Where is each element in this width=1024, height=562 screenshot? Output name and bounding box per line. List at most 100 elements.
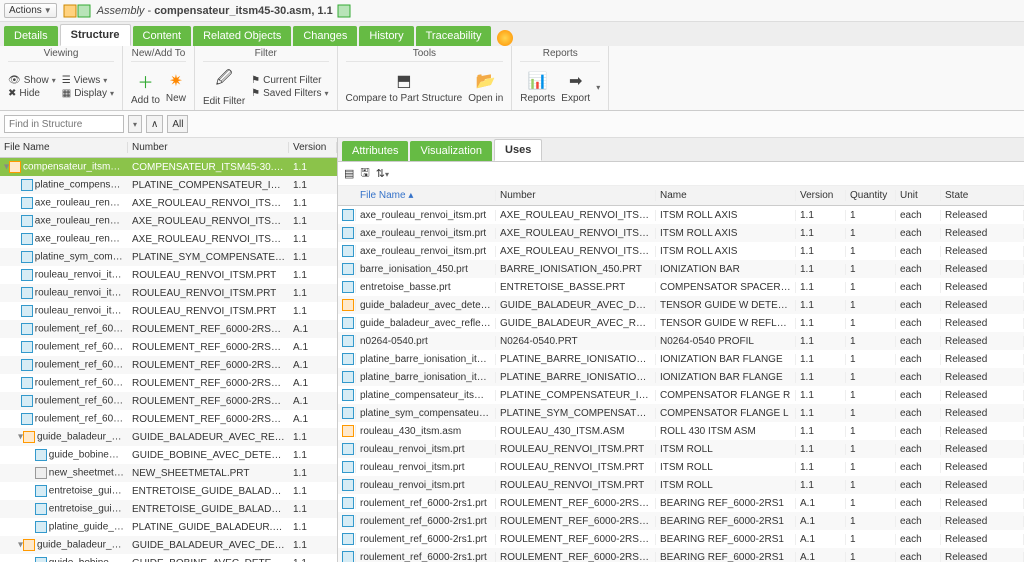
file-icon — [342, 407, 354, 419]
gcol-number[interactable]: Number — [496, 190, 656, 201]
grid-row[interactable]: platine_compensateur_itsm55.prtPLATINE_C… — [338, 386, 1024, 404]
grid-row[interactable]: roulement_ref_6000-2rs1.prtROULEMENT_REF… — [338, 512, 1024, 530]
tree-row[interactable]: roulement_ref_6000-2rs1ROULEMENT_REF_600… — [0, 392, 337, 410]
tab-traceability[interactable]: Traceability — [416, 26, 492, 46]
tab-content[interactable]: Content — [133, 26, 192, 46]
gcol-name[interactable]: Name — [656, 190, 796, 201]
file-icon — [342, 371, 354, 383]
tree-row[interactable]: axe_rouleau_renvoi_itsm.AXE_ROULEAU_RENV… — [0, 212, 337, 230]
group-newadd: New/Add To ＋Add to ✷New — [123, 46, 195, 110]
show-button[interactable]: 👁 Show ▾ — [8, 75, 56, 86]
addto-button[interactable]: ＋Add to — [131, 69, 160, 106]
tool-icon-3[interactable]: ⇅▾ — [376, 167, 389, 180]
tree-row[interactable]: platine_compensateur_itsPLATINE_COMPENSA… — [0, 176, 337, 194]
file-icon — [21, 287, 33, 299]
rtab-attributes[interactable]: Attributes — [342, 141, 408, 161]
tab-structure[interactable]: Structure — [60, 24, 131, 46]
tree-row[interactable]: rouleau_renvoi_itsm.prtROULEAU_RENVOI_IT… — [0, 302, 337, 320]
tree-row[interactable]: new_sheetmetal.prtNEW_SHEETMETAL.PRT1.1 — [0, 464, 337, 482]
tree-row[interactable]: entretoise_guide_balaENTRETOISE_GUIDE_BA… — [0, 500, 337, 518]
grid-row[interactable]: guide_baladeur_avec_reflecteur...GUIDE_B… — [338, 314, 1024, 332]
grid-row[interactable]: guide_baladeur_avec_detect.asmGUIDE_BALA… — [338, 296, 1024, 314]
edit-filter-button[interactable]: 🖉Edit Filter — [203, 67, 245, 107]
saved-filters-button[interactable]: ⚑ Saved Filters ▾ — [251, 88, 328, 99]
gcol-version[interactable]: Version — [796, 190, 846, 201]
gcol-qty[interactable]: Quantity — [846, 190, 896, 201]
tree-row[interactable]: guide_bobine_avec_dGUIDE_BOBINE_AVEC_DET… — [0, 446, 337, 464]
find-next[interactable]: ∧ — [146, 115, 163, 133]
tree-row[interactable]: roulement_ref_6000-2rs1ROULEMENT_REF_600… — [0, 374, 337, 392]
tree-row[interactable]: platine_guide_baladeuPLATINE_GUIDE_BALAD… — [0, 518, 337, 536]
tab-related-objects[interactable]: Related Objects — [193, 26, 291, 46]
help-icon[interactable] — [497, 30, 513, 46]
grid-row[interactable]: rouleau_renvoi_itsm.prtROULEAU_RENVOI_IT… — [338, 476, 1024, 494]
tree-row[interactable]: ▾guide_baladeur_avec_reflGUIDE_BALADEUR_… — [0, 428, 337, 446]
col-number[interactable]: Number — [128, 142, 289, 153]
compare-button[interactable]: ⬒Compare to Part Structure — [346, 71, 463, 104]
grid-row[interactable]: platine_barre_ionisation_itsm55.prtPLATI… — [338, 350, 1024, 368]
col-version[interactable]: Version — [289, 142, 337, 153]
tree-row[interactable]: rouleau_renvoi_itsm.prtROULEAU_RENVOI_IT… — [0, 284, 337, 302]
grid-row[interactable]: axe_rouleau_renvoi_itsm.prtAXE_ROULEAU_R… — [338, 224, 1024, 242]
grid-row[interactable]: platine_barre_ionisation_itsm55.prtPLATI… — [338, 368, 1024, 386]
grid-row[interactable]: rouleau_430_itsm.asmROULEAU_430_ITSM.ASM… — [338, 422, 1024, 440]
grid-row[interactable]: roulement_ref_6000-2rs1.prtROULEMENT_REF… — [338, 494, 1024, 512]
gcol-unit[interactable]: Unit — [896, 190, 941, 201]
tree-row[interactable]: roulement_ref_6000-2rs1ROULEMENT_REF_600… — [0, 338, 337, 356]
grid-row[interactable]: axe_rouleau_renvoi_itsm.prtAXE_ROULEAU_R… — [338, 242, 1024, 260]
actions-menu[interactable]: Actions▼ — [4, 3, 57, 18]
file-icon — [342, 479, 354, 491]
tree-row[interactable]: rouleau_renvoi_itsm.prtROULEAU_RENVOI_IT… — [0, 266, 337, 284]
grid-row[interactable]: barre_ionisation_450.prtBARRE_IONISATION… — [338, 260, 1024, 278]
grid-row[interactable]: roulement_ref_6000-2rs1.prtROULEMENT_REF… — [338, 548, 1024, 562]
rtab-uses[interactable]: Uses — [494, 139, 542, 161]
file-icon — [35, 449, 47, 461]
display-button[interactable]: ▦ Display ▾ — [62, 88, 114, 99]
tab-details[interactable]: Details — [4, 26, 58, 46]
grid-row[interactable]: n0264-0540.prtN0264-0540.PRTN0264-0540 P… — [338, 332, 1024, 350]
find-all[interactable]: All — [167, 115, 188, 133]
file-icon — [342, 227, 354, 239]
gcol-filename[interactable]: File Name ▴ — [356, 190, 496, 201]
tree-row[interactable]: ▾compensateur_itsm45-30.asnCOMPENSATEUR_… — [0, 158, 337, 176]
tree-row[interactable]: ▾guide_baladeur_avec_detGUIDE_BALADEUR_A… — [0, 536, 337, 554]
tree-row[interactable]: roulement_ref_6000-2rs1ROULEMENT_REF_600… — [0, 320, 337, 338]
tree-row[interactable]: roulement_ref_6000-2rs1ROULEMENT_REF_600… — [0, 410, 337, 428]
reports-button[interactable]: 📊Reports — [520, 71, 555, 104]
grid-row[interactable]: rouleau_renvoi_itsm.prtROULEAU_RENVOI_IT… — [338, 458, 1024, 476]
export-button[interactable]: ➡Export — [561, 71, 590, 104]
tab-history[interactable]: History — [359, 26, 413, 46]
hide-button[interactable]: ✖ Hide — [8, 88, 56, 99]
find-dropdown[interactable]: ▾ — [128, 115, 142, 133]
file-icon — [342, 533, 354, 545]
tree-row[interactable]: platine_sym_compensateuPLATINE_SYM_COMPE… — [0, 248, 337, 266]
tab-changes[interactable]: Changes — [293, 26, 357, 46]
open-in-button[interactable]: 📂Open in — [468, 71, 503, 104]
grid-row[interactable]: platine_sym_compensateur_its...PLATINE_S… — [338, 404, 1024, 422]
views-button[interactable]: ☰ Views ▾ — [62, 75, 114, 86]
tree-row[interactable]: entretoise_guide_balaENTRETOISE_GUIDE_BA… — [0, 482, 337, 500]
grid-row[interactable]: rouleau_renvoi_itsm.prtROULEAU_RENVOI_IT… — [338, 440, 1024, 458]
file-icon — [21, 395, 33, 407]
current-filter-button[interactable]: ⚑ Current Filter — [251, 75, 328, 86]
gcol-state[interactable]: State — [941, 190, 1024, 201]
tool-icon-1[interactable]: ▤ — [344, 167, 354, 180]
tree-row[interactable]: guide_bobine_avec_dGUIDE_BOBINE_AVEC_DET… — [0, 554, 337, 562]
tree-row[interactable]: axe_rouleau_renvoi_itsm.AXE_ROULEAU_RENV… — [0, 194, 337, 212]
grid-row[interactable]: axe_rouleau_renvoi_itsm.prtAXE_ROULEAU_R… — [338, 206, 1024, 224]
grid-row[interactable]: entretoise_basse.prtENTRETOISE_BASSE.PRT… — [338, 278, 1024, 296]
structure-tree-panel: File Name Number Version ▾compensateur_i… — [0, 138, 338, 562]
grid-row[interactable]: roulement_ref_6000-2rs1.prtROULEMENT_REF… — [338, 530, 1024, 548]
tree-row[interactable]: roulement_ref_6000-2rs1ROULEMENT_REF_600… — [0, 356, 337, 374]
find-input[interactable] — [4, 115, 124, 133]
rtab-visualization[interactable]: Visualization — [410, 141, 492, 161]
file-icon — [342, 389, 354, 401]
title-bar: Actions▼ Assembly - compensateur_itsm45-… — [0, 0, 1024, 22]
file-icon — [342, 263, 354, 275]
ribbon-more-icon[interactable]: ▾ — [596, 83, 600, 92]
col-filename[interactable]: File Name — [0, 142, 128, 153]
tree-row[interactable]: axe_rouleau_renvoi_itsm.AXE_ROULEAU_RENV… — [0, 230, 337, 248]
new-button[interactable]: ✷New — [166, 71, 186, 104]
file-icon — [342, 551, 354, 562]
tool-icon-2[interactable]: 🖫 — [360, 164, 369, 183]
